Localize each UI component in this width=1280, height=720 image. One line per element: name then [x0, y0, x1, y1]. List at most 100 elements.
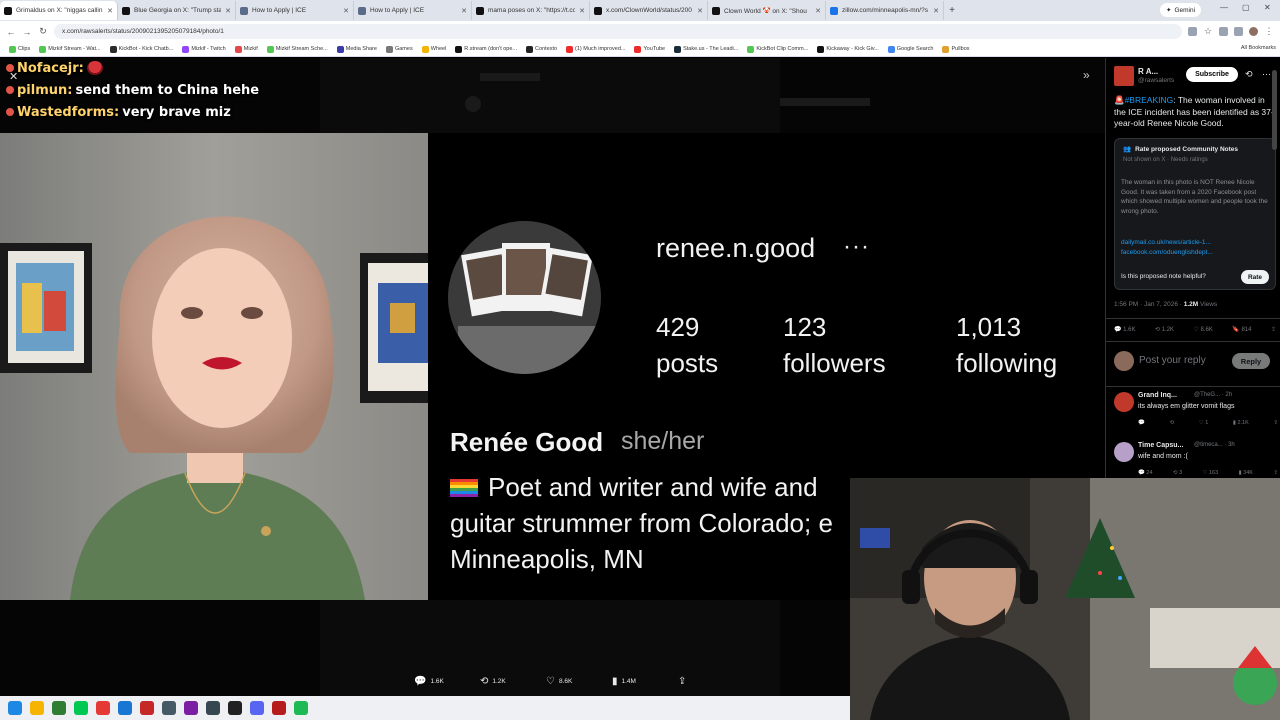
tab-close-icon[interactable]: ✕: [343, 7, 349, 15]
reply-author[interactable]: Time Capsu...: [1138, 442, 1183, 449]
more-options-icon[interactable]: ⋯: [1262, 69, 1271, 80]
browser-tab[interactable]: Grimaldus on X: "niggas callin ✕: [0, 1, 118, 20]
retweet-count[interactable]: ⟲ 1.2K: [1155, 326, 1174, 333]
views-icon[interactable]: ▮ 34K: [1239, 470, 1253, 476]
close-window-icon[interactable]: ✕: [1264, 3, 1271, 12]
browser-tab[interactable]: How to Apply | ICE ✕: [354, 1, 472, 20]
reload-icon[interactable]: ↻: [38, 26, 48, 37]
edge-icon[interactable]: [118, 701, 132, 715]
browser-tab[interactable]: mama poses on X: "https://t.co ✕: [472, 1, 590, 20]
views-action[interactable]: ▮ 1.4M: [612, 676, 678, 687]
bookmark-item[interactable]: Kickaway - Kick Giv...: [814, 45, 881, 53]
reply-count[interactable]: 💬 1.6K: [1114, 326, 1135, 333]
views-icon[interactable]: ▮ 2.1K: [1233, 420, 1249, 426]
share-icon[interactable]: ⇪: [1273, 420, 1278, 426]
bookmark-item[interactable]: Clips: [6, 45, 33, 53]
reply-icon[interactable]: 💬: [1138, 420, 1145, 426]
like-icon[interactable]: ♡ 163: [1203, 470, 1219, 476]
bookmark-item[interactable]: Mizkif: [232, 45, 261, 53]
bookmark-item[interactable]: KickBot - Kick Chatb...: [107, 45, 177, 53]
minimize-icon[interactable]: —: [1220, 3, 1228, 12]
tab-close-icon[interactable]: ✕: [225, 7, 231, 15]
back-icon[interactable]: ←: [6, 27, 16, 37]
note-source-link[interactable]: facebook.com/oduenglishdept...: [1121, 249, 1271, 256]
grok-icon[interactable]: ⟲: [1245, 69, 1253, 80]
bookmark-item[interactable]: Google Search: [885, 45, 937, 53]
tab-close-icon[interactable]: ✕: [461, 7, 467, 15]
bookmark-item[interactable]: Contexto: [523, 45, 560, 53]
extensions-puzzle-icon[interactable]: [1234, 27, 1243, 36]
tab-close-icon[interactable]: ✕: [107, 7, 113, 15]
windows-start-icon[interactable]: [8, 701, 22, 715]
tab-close-icon[interactable]: ✕: [933, 7, 939, 15]
note-source-link[interactable]: dailymail.co.uk/news/article-1...: [1121, 239, 1271, 246]
spotify-icon[interactable]: [294, 701, 308, 715]
tab-close-icon[interactable]: ✕: [815, 7, 821, 15]
retweet-icon[interactable]: ⟲: [1169, 420, 1174, 426]
bookmark-item[interactable]: Mizkif Stream Sche...: [264, 45, 331, 53]
tab-close-icon[interactable]: ✕: [579, 7, 585, 15]
forward-icon[interactable]: →: [22, 27, 32, 37]
subscribe-button[interactable]: Subscribe: [1186, 67, 1238, 82]
share-icon[interactable]: ⇪: [1273, 470, 1278, 476]
all-bookmarks-link[interactable]: All Bookmarks: [1241, 45, 1276, 51]
bookmark-item[interactable]: YouTube: [631, 45, 668, 53]
steam-icon[interactable]: [206, 701, 220, 715]
account-name[interactable]: R A...: [1138, 67, 1158, 76]
bookmark-item[interactable]: Games: [383, 45, 416, 53]
url-field[interactable]: x.com/rawsalerts/status/2009021395205079…: [54, 24, 1182, 39]
bookmark-item[interactable]: Stake.us - The Leadi...: [671, 45, 741, 53]
sidebar-scrollbar[interactable]: [1272, 70, 1277, 150]
browser-tab[interactable]: How to Apply | ICE ✕: [236, 1, 354, 20]
gemini-button[interactable]: ✦ Gemini: [1160, 3, 1202, 17]
chrome-icon[interactable]: [96, 701, 110, 715]
reply-avatar[interactable]: [1114, 442, 1134, 462]
app-icon[interactable]: [52, 701, 66, 715]
account-handle[interactable]: @rawsalerts: [1138, 77, 1174, 84]
bookmark-star-icon[interactable]: ☆: [1203, 26, 1213, 37]
rate-button[interactable]: Rate: [1241, 270, 1269, 284]
account-avatar[interactable]: [1114, 66, 1134, 86]
game-icon[interactable]: [272, 701, 286, 715]
bookmark-item[interactable]: Media Share: [334, 45, 380, 53]
retweet-icon[interactable]: ⟲ 3: [1173, 470, 1182, 476]
tab-close-icon[interactable]: ✕: [697, 7, 703, 15]
extension-icon[interactable]: [1219, 27, 1228, 36]
reply-avatar[interactable]: [1114, 392, 1134, 412]
menu-dots-icon[interactable]: ⋮: [1264, 26, 1274, 37]
bookmark-item[interactable]: R.stream (don't ope...: [452, 45, 520, 53]
red-app-icon[interactable]: [140, 701, 154, 715]
cast-icon[interactable]: [1188, 27, 1197, 36]
like-count[interactable]: ♡ 8.6K: [1193, 326, 1212, 333]
green-app-icon[interactable]: [74, 701, 88, 715]
bookmark-item[interactable]: KickBot Clip Comm...: [744, 45, 811, 53]
maximize-icon[interactable]: ▢: [1242, 3, 1250, 12]
browser-tab[interactable]: Clown World 🤡 on X: "Shou ✕: [708, 1, 826, 20]
expand-sidebar-icon[interactable]: »: [1083, 68, 1090, 82]
reply-button[interactable]: Reply: [1232, 353, 1270, 369]
share-action[interactable]: ⇪: [678, 676, 744, 687]
discord-icon[interactable]: [250, 701, 264, 715]
like-action[interactable]: ♡ 8.6K: [546, 676, 612, 687]
profile-avatar-icon[interactable]: [1249, 27, 1258, 36]
reply-input[interactable]: Post your reply: [1139, 355, 1206, 366]
like-icon[interactable]: ♡ 1: [1199, 420, 1209, 426]
dark-app-icon[interactable]: [228, 701, 242, 715]
slack-icon[interactable]: [184, 701, 198, 715]
new-tab-icon[interactable]: +: [944, 5, 960, 16]
obs-app-icon[interactable]: [162, 701, 176, 715]
reply-author[interactable]: Grand Inq...: [1138, 392, 1177, 399]
bookmark-item[interactable]: Mizkif - Twitch: [179, 45, 228, 53]
retweet-action[interactable]: ⟲ 1.2K: [480, 676, 546, 687]
bookmark-item[interactable]: (1) Much improved...: [563, 45, 628, 53]
bookmark-item[interactable]: Mizkif Stream - Wat...: [36, 45, 103, 53]
reply-icon[interactable]: 💬 24: [1138, 470, 1153, 476]
bookmark-item[interactable]: Wheel: [419, 45, 450, 53]
share-icon[interactable]: ⇪: [1271, 326, 1276, 333]
file-explorer-icon[interactable]: [30, 701, 44, 715]
bookmark-item[interactable]: Pullbox: [939, 45, 972, 53]
browser-tab[interactable]: zillow.com/minneapolis-mn/?s ✕: [826, 1, 944, 20]
hashtag-link[interactable]: 🚨#BREAKING: [1114, 95, 1173, 105]
reply-action[interactable]: 💬 1.6K: [414, 676, 480, 687]
browser-tab[interactable]: Blue Georgia on X: "Trump sta ✕: [118, 1, 236, 20]
